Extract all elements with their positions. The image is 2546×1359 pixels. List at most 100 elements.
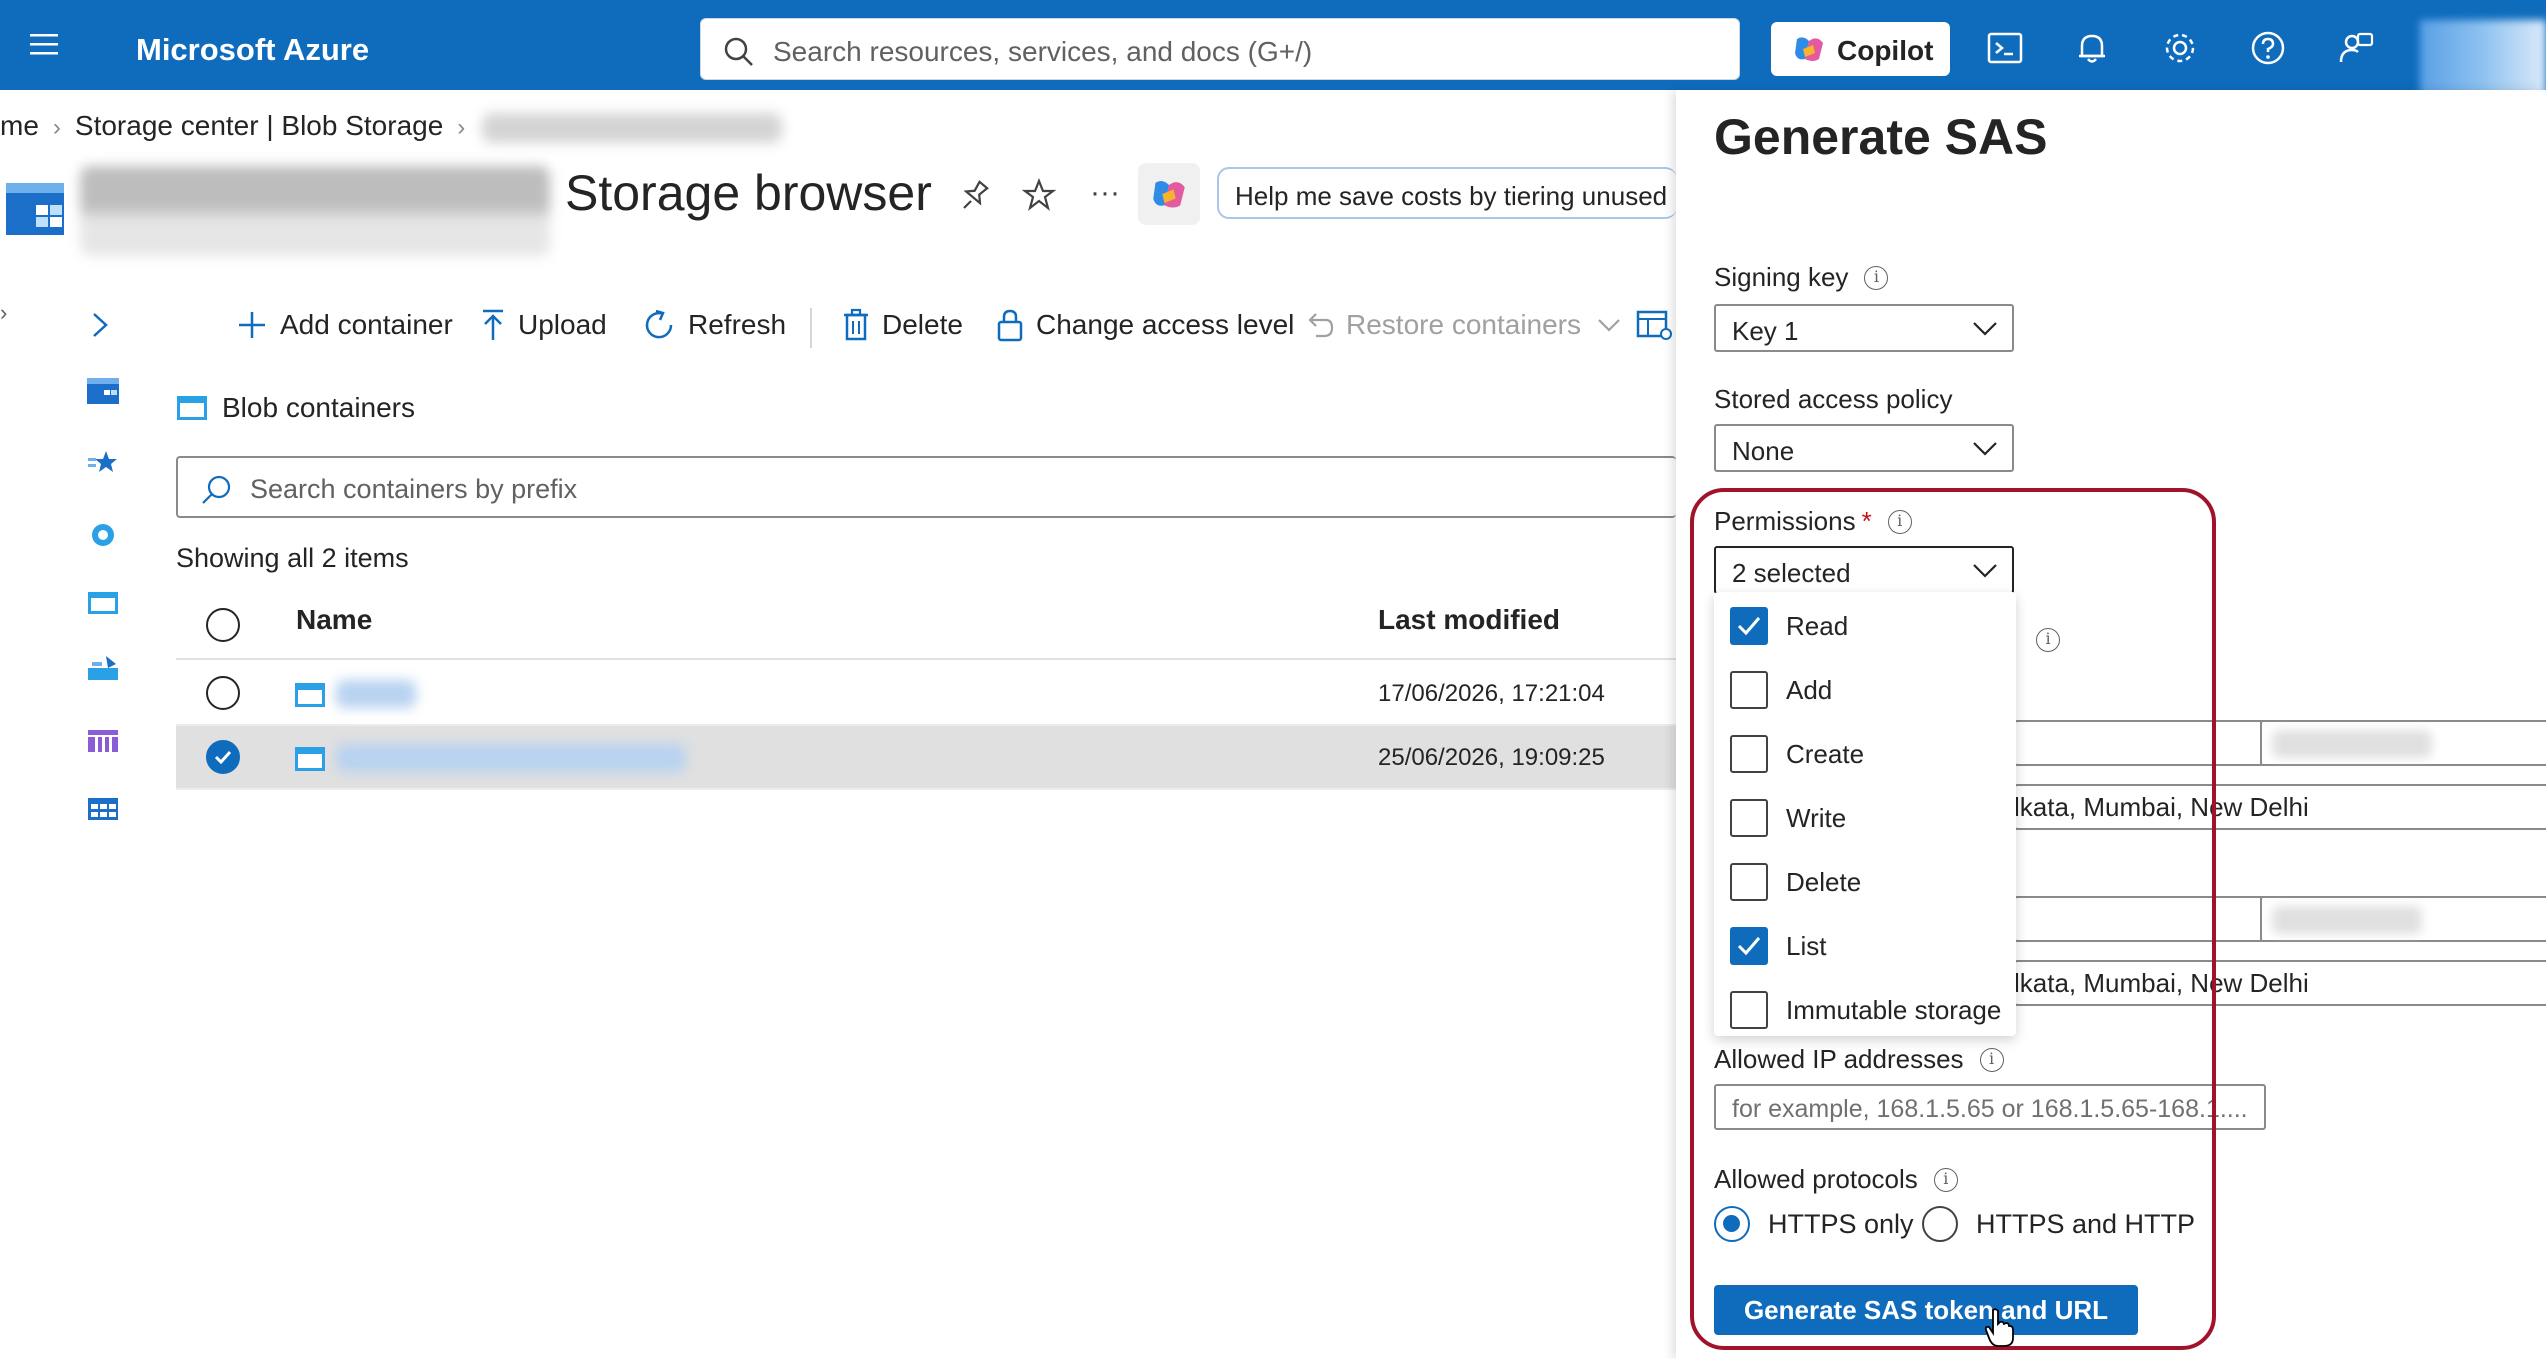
info-icon[interactable]: i — [1887, 509, 1912, 534]
settings-gear-icon[interactable] — [86, 520, 120, 550]
more-actions-icon[interactable]: ··· — [1090, 176, 1120, 210]
protocol-https-only-label: HTTPS only — [1768, 1208, 1914, 1239]
search-icon — [202, 475, 231, 504]
undo-icon — [1308, 313, 1334, 338]
menu-icon[interactable] — [28, 30, 64, 60]
checkmark-icon — [214, 750, 232, 765]
checkmark-icon — [1737, 937, 1761, 956]
favorites-list-icon[interactable] — [86, 448, 120, 478]
permission-option-immutable-storage[interactable]: Immutable storage — [1714, 978, 2016, 1042]
edit-columns-icon[interactable] — [1636, 308, 1672, 342]
collapse-left-icon[interactable]: › — [0, 300, 7, 326]
generate-sas-button[interactable]: Generate SAS token and URL — [1714, 1285, 2138, 1335]
blob-container-icon[interactable] — [86, 588, 120, 618]
radio-unselected[interactable] — [1922, 1206, 1958, 1242]
start-time-input[interactable] — [2260, 720, 2546, 766]
table-row[interactable]: 17/06/2026, 17:21:04 — [176, 662, 1676, 726]
column-header-last-modified[interactable]: Last modified — [1378, 604, 1560, 636]
storage-account-icon[interactable] — [86, 376, 120, 406]
permissions-select[interactable]: 2 selected — [1714, 546, 2014, 594]
stored-access-policy-value: None — [1732, 436, 1795, 466]
file-share-icon[interactable] — [86, 654, 120, 684]
last-modified-cell: 25/06/2026, 19:09:25 — [1378, 744, 1605, 771]
permissions-value: 2 selected — [1732, 558, 1851, 588]
info-icon[interactable]: i — [2036, 628, 2060, 652]
delete-label: Delete — [882, 309, 963, 340]
permission-option-read[interactable]: Read — [1714, 594, 2016, 658]
permission-option-list[interactable]: List — [1714, 914, 2016, 978]
permission-option-write[interactable]: Write — [1714, 786, 2016, 850]
checkbox[interactable] — [1730, 735, 1768, 773]
plus-icon — [239, 312, 265, 338]
cloud-shell-icon[interactable] — [1985, 28, 2025, 68]
breadcrumb-item-storage-center[interactable]: Storage center | Blob Storage — [75, 110, 443, 141]
container-search-placeholder: Search containers by prefix — [250, 474, 578, 504]
global-search-placeholder: Search resources, services, and docs (G+… — [773, 36, 1313, 67]
checkbox[interactable] — [1730, 863, 1768, 901]
queue-icon[interactable] — [86, 726, 120, 756]
select-all-radio[interactable] — [206, 608, 240, 642]
protocol-https-http-radio[interactable]: HTTPS and HTTP — [1922, 1206, 2195, 1242]
signing-key-label: Signing key i — [1714, 262, 1889, 293]
table-icon[interactable] — [86, 794, 120, 824]
container-name-redacted[interactable] — [336, 680, 416, 708]
toolbar-divider — [810, 308, 812, 348]
generate-sas-panel: Generate SAS Signing key i Key 1 Stored … — [1676, 90, 2546, 1359]
feedback-icon[interactable] — [2336, 28, 2376, 68]
add-container-button[interactable]: Add container — [236, 300, 453, 350]
radio-selected[interactable] — [1714, 1206, 1750, 1242]
allowed-ip-input[interactable]: for example, 168.1.5.65 or 168.1.5.65-16… — [1714, 1084, 2266, 1130]
permission-option-create[interactable]: Create — [1714, 722, 2016, 786]
copilot-suggestion-pill[interactable]: Help me save costs by tiering unused b — [1217, 167, 1677, 219]
permission-label: List — [1786, 930, 1827, 961]
info-icon[interactable]: i — [1933, 1167, 1958, 1192]
delete-button[interactable]: Delete — [842, 300, 963, 350]
chevron-right-icon: › — [457, 114, 466, 141]
global-search-input[interactable]: Search resources, services, and docs (G+… — [700, 18, 1740, 80]
container-search-input[interactable]: Search containers by prefix — [176, 456, 1676, 518]
change-access-level-button[interactable]: Change access level — [996, 300, 1294, 350]
info-icon[interactable]: i — [1979, 1047, 2004, 1072]
restore-containers-label: Restore containers — [1346, 309, 1582, 340]
refresh-button[interactable]: Refresh — [642, 300, 786, 350]
checkbox[interactable] — [1730, 927, 1768, 965]
restore-containers-button[interactable]: Restore containers — [1304, 300, 1633, 350]
info-icon[interactable]: i — [1864, 265, 1889, 290]
permission-option-delete[interactable]: Delete — [1714, 850, 2016, 914]
row-select-radio[interactable] — [206, 676, 240, 710]
breadcrumb: me › Storage center | Blob Storage › — [0, 110, 479, 142]
permission-label: Delete — [1786, 866, 1862, 897]
allowed-ip-text: Allowed IP addresses — [1714, 1044, 1964, 1074]
permission-label: Immutable storage — [1786, 994, 2002, 1025]
protocol-https-only-radio[interactable]: HTTPS only — [1714, 1206, 1914, 1242]
favorite-star-icon[interactable] — [1022, 178, 1056, 212]
bell-icon[interactable] — [2072, 28, 2112, 68]
copilot-button[interactable]: Copilot — [1771, 22, 1950, 76]
account-avatar[interactable] — [2420, 20, 2546, 98]
expand-menu-icon[interactable] — [90, 310, 110, 340]
signing-key-select[interactable]: Key 1 — [1714, 304, 2014, 352]
container-name-redacted[interactable] — [336, 744, 686, 772]
chevron-right-icon: › — [52, 114, 61, 141]
checkbox[interactable] — [1730, 607, 1768, 645]
breadcrumb-item-home[interactable]: me — [0, 110, 39, 141]
checkbox[interactable] — [1730, 671, 1768, 709]
checkbox[interactable] — [1730, 799, 1768, 837]
row-select-radio[interactable] — [206, 740, 240, 774]
portal-brand[interactable]: Microsoft Azure — [136, 32, 369, 68]
upload-button[interactable]: Upload — [480, 300, 607, 350]
stored-access-policy-select[interactable]: None — [1714, 424, 2014, 472]
gear-icon[interactable] — [2160, 28, 2200, 68]
copilot-assist-button[interactable] — [1138, 163, 1200, 225]
pin-icon[interactable] — [958, 178, 992, 212]
help-icon[interactable] — [2248, 28, 2288, 68]
permissions-text: Permissions — [1714, 506, 1856, 536]
breadcrumb-item-redacted[interactable] — [482, 113, 782, 143]
column-header-name[interactable]: Name — [296, 604, 372, 636]
signing-key-text: Signing key — [1714, 262, 1849, 292]
blob-containers-label: Blob containers — [222, 392, 416, 423]
table-row[interactable]: 25/06/2026, 19:09:25 — [176, 726, 1676, 790]
checkbox[interactable] — [1730, 991, 1768, 1029]
permission-option-add[interactable]: Add — [1714, 658, 2016, 722]
expiry-time-input[interactable] — [2260, 896, 2546, 942]
